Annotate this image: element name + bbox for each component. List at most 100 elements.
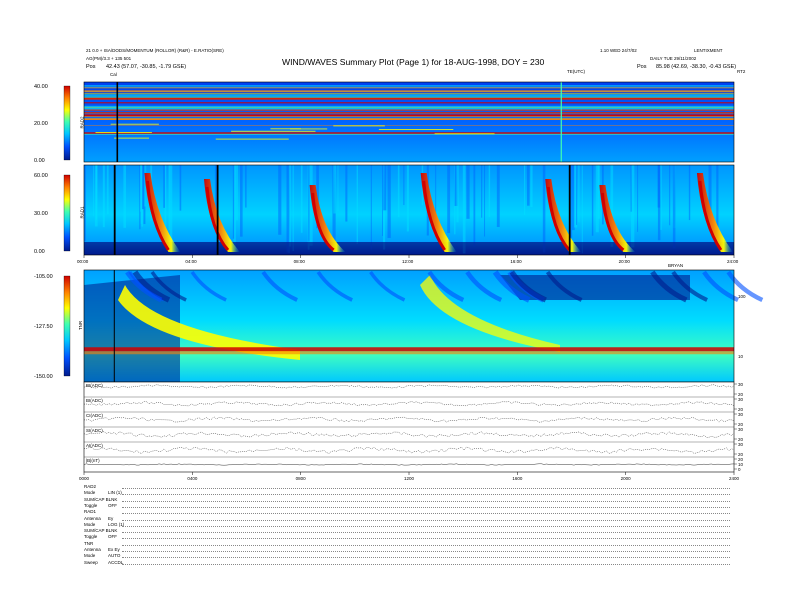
rad2-fragment xyxy=(378,129,454,131)
rad1-background xyxy=(84,165,734,255)
rad1-streak xyxy=(496,165,500,228)
param-dotted-row xyxy=(122,551,730,552)
rad2-line xyxy=(84,111,734,114)
rad1-streak xyxy=(688,165,691,221)
param-label: Sweep xyxy=(84,559,98,565)
param-label: RAD2 xyxy=(84,484,97,489)
rad2-fragment xyxy=(434,133,495,135)
rad1-streak xyxy=(356,165,358,245)
rad1-streak xyxy=(466,165,470,219)
line-xtick-label: 1600 xyxy=(512,476,523,481)
line-series-label: BI(ADC) xyxy=(86,398,103,403)
rad1-streak xyxy=(337,165,339,212)
rad1-streak xyxy=(591,165,594,236)
rad1-streak xyxy=(168,165,171,231)
tnr-ytick: -150.00 xyxy=(34,374,53,380)
line-scale-tick: 30 xyxy=(738,397,744,402)
param-value: LIN (1) xyxy=(108,490,122,496)
rad2-fragment xyxy=(215,138,289,140)
tnr-gap xyxy=(113,270,115,382)
param-label: Mode xyxy=(84,521,96,527)
param-dotted-row xyxy=(122,519,730,521)
rad1-streak xyxy=(383,165,387,211)
param-dotted-row xyxy=(122,506,730,508)
line-series-label: CI(ADC) xyxy=(86,413,103,418)
rad1-gap xyxy=(568,165,571,255)
param-dotted-row xyxy=(122,532,730,534)
line-scale-tick: 30 xyxy=(738,382,744,387)
rad1-streak xyxy=(576,165,578,225)
rad1-ytick: 60.00 xyxy=(34,173,48,179)
line-series-label: BI(ADC) xyxy=(86,383,103,388)
rad1-x-tag: BRYAN xyxy=(668,263,684,268)
rad2-feature xyxy=(116,82,119,162)
rad2-line xyxy=(84,92,734,94)
rad1-streak xyxy=(333,165,337,214)
line-time-axis xyxy=(83,472,735,475)
rad1-xtick-label: 20:00 xyxy=(618,259,630,264)
param-value: OFF xyxy=(108,502,117,508)
param-dotted-row xyxy=(122,500,730,502)
rad1-streak xyxy=(286,165,290,253)
rad1-streak xyxy=(530,165,533,208)
rad1-xtick-label: 16:00 xyxy=(510,259,522,264)
line-xtick-label: 2000 xyxy=(620,476,631,481)
rad1-streak xyxy=(240,165,243,237)
rad2-line xyxy=(84,118,734,120)
rad1-streak xyxy=(179,165,182,211)
line-scale-tick: 30 xyxy=(738,442,744,447)
tnr-y2tick: 10 xyxy=(738,354,744,359)
param-value: OFF xyxy=(108,534,117,540)
tnr-ytick: -105.00 xyxy=(34,274,53,280)
param-label: Toggle xyxy=(84,534,98,540)
rad1-streak xyxy=(456,165,459,223)
param-label: Mode xyxy=(84,553,96,559)
rad1-streak xyxy=(488,165,491,218)
rad1-streak xyxy=(527,165,530,206)
param-dotted-row xyxy=(122,538,730,540)
rad1-streak xyxy=(523,165,526,216)
line-xtick-label: 0800 xyxy=(295,476,306,481)
tnr-ylabel: TNR xyxy=(78,320,84,331)
param-dotted-row xyxy=(122,544,730,546)
rad1-streak xyxy=(123,165,127,228)
rad1-xtick-label: 12:00 xyxy=(402,259,414,264)
rad2-fragment xyxy=(114,137,150,139)
line-series-label: |B|(nT) xyxy=(86,458,100,463)
rad1-streak xyxy=(581,165,583,254)
rad1-streak xyxy=(481,165,483,218)
rad1-streak xyxy=(397,165,400,218)
rad1-time-axis xyxy=(83,255,735,258)
rad1-streak xyxy=(163,165,165,208)
tnr-plasma-line xyxy=(84,347,734,352)
rad2-ytick: 20.00 xyxy=(34,121,48,127)
rad2-fragment xyxy=(231,130,316,132)
line-xtick-label: 0000 xyxy=(79,476,90,481)
rad2-line xyxy=(84,85,734,87)
rad1-ytick: 30.00 xyxy=(34,211,48,217)
rad1-streak xyxy=(102,165,105,228)
tnr-ytick: -127.50 xyxy=(34,324,53,330)
line-scale-tick: 0 xyxy=(738,467,741,472)
line-series-label: SI(ADC) xyxy=(86,428,103,433)
rad1-streak xyxy=(403,165,405,206)
rad1-gap xyxy=(216,165,219,255)
param-label: SUM/CAP BLNK xyxy=(84,528,118,534)
tnr-panel xyxy=(63,269,764,383)
param-value: Ex Ey xyxy=(108,547,120,552)
rad2-ylabel: RAD2 xyxy=(79,116,85,129)
rad1-streak xyxy=(289,165,291,247)
rad1-xtick-label: 04:00 xyxy=(185,259,197,264)
rad1-streak xyxy=(382,165,383,236)
param-value: AUTO xyxy=(108,553,121,559)
rad2-line xyxy=(84,95,734,97)
rad2-line xyxy=(84,125,734,126)
rad1-streak xyxy=(300,165,303,233)
rad2-line xyxy=(84,102,734,104)
param-label: SUM/CAP BLNK xyxy=(84,496,118,502)
param-label: Mode xyxy=(84,490,96,496)
param-value: Ey xyxy=(108,515,114,521)
line-scale-tick: 30 xyxy=(738,427,744,432)
rad1-streak xyxy=(637,165,639,232)
rad2-line xyxy=(84,114,734,116)
